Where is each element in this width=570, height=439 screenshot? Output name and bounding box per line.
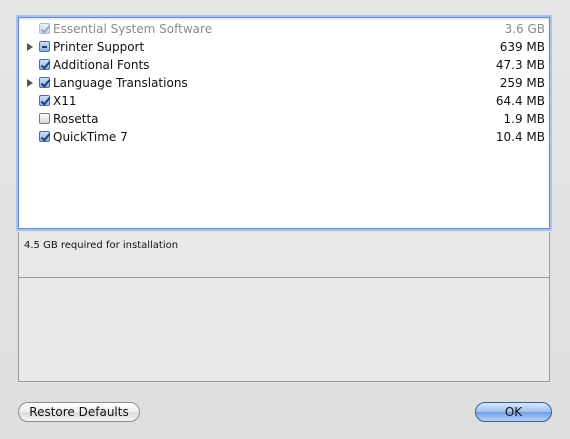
ok-button[interactable]: OK — [475, 402, 552, 422]
disclosure-triangle-icon[interactable] — [27, 43, 33, 51]
package-row-essential-system-software: Essential System Software 3.6 GB — [19, 20, 549, 38]
package-description-area — [18, 278, 550, 382]
restore-defaults-button[interactable]: Restore Defaults — [18, 402, 140, 422]
package-row-x11[interactable]: X11 64.4 MB — [19, 92, 549, 110]
disclosure-triangle-icon[interactable] — [27, 79, 33, 87]
package-checkbox[interactable] — [39, 95, 50, 106]
package-name: X11 — [53, 94, 77, 108]
space-summary: 4.5 GB required for installation — [18, 232, 550, 278]
package-size: 639 MB — [499, 40, 545, 54]
install-options-panel: Essential System Software 3.6 GB Printer… — [0, 0, 570, 439]
package-checkbox[interactable] — [39, 41, 50, 52]
package-name: Printer Support — [53, 40, 145, 54]
package-checkbox — [39, 23, 50, 34]
package-checkbox[interactable] — [39, 113, 50, 124]
package-size: 64.4 MB — [495, 94, 545, 108]
package-checkbox[interactable] — [39, 77, 50, 88]
package-size: 3.6 GB — [504, 22, 545, 36]
package-row-printer-support[interactable]: Printer Support 639 MB — [19, 38, 549, 56]
package-row-additional-fonts[interactable]: Additional Fonts 47.3 MB — [19, 56, 549, 74]
package-name: QuickTime 7 — [53, 130, 128, 144]
package-row-language-translations[interactable]: Language Translations 259 MB — [19, 74, 549, 92]
package-name: Additional Fonts — [53, 58, 150, 72]
package-name: Essential System Software — [53, 22, 213, 36]
package-name: Rosetta — [53, 112, 99, 126]
package-list[interactable]: Essential System Software 3.6 GB Printer… — [18, 17, 550, 229]
package-checkbox[interactable] — [39, 59, 50, 70]
package-checkbox[interactable] — [39, 131, 50, 142]
required-space-text: 4.5 GB required for installation — [24, 240, 179, 251]
package-size: 47.3 MB — [495, 58, 545, 72]
package-row-quicktime-7[interactable]: QuickTime 7 10.4 MB — [19, 128, 549, 146]
package-name: Language Translations — [53, 76, 188, 90]
package-size: 259 MB — [499, 76, 545, 90]
package-row-rosetta[interactable]: Rosetta 1.9 MB — [19, 110, 549, 128]
package-size: 10.4 MB — [495, 130, 545, 144]
package-size: 1.9 MB — [503, 112, 545, 126]
